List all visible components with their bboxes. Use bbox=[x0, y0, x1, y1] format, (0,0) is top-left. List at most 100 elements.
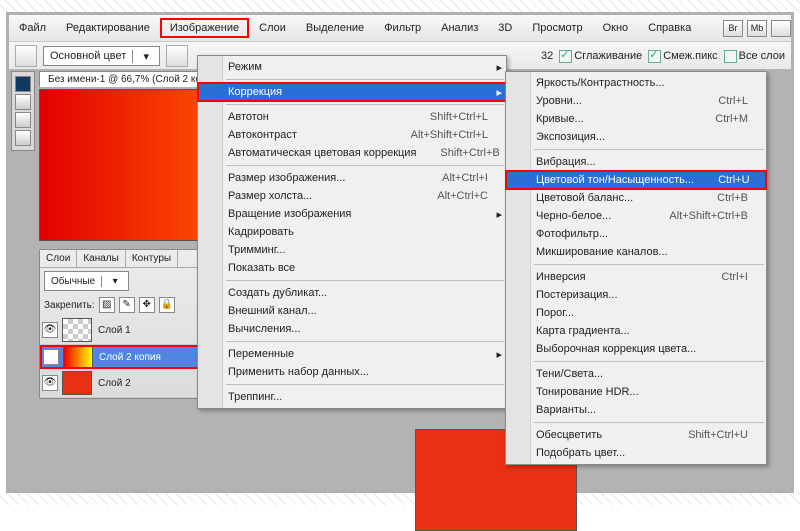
menu-item[interactable]: Цветовой баланс... Ctrl+B bbox=[506, 189, 766, 207]
menu-item-label: Переменные bbox=[228, 348, 294, 360]
adjustments-submenu: Яркость/Контрастность...Уровни...Ctrl+LК… bbox=[505, 71, 767, 465]
visibility-icon[interactable]: 👁 bbox=[42, 375, 58, 391]
lock-brush-icon[interactable]: ✎ bbox=[119, 297, 135, 313]
menu-item[interactable]: Кривые...Ctrl+M bbox=[506, 110, 766, 128]
menu-изображение[interactable]: Изображение bbox=[160, 18, 249, 38]
panel-tab-layers[interactable]: Слои bbox=[40, 250, 77, 267]
menu-редактирование[interactable]: Редактирование bbox=[56, 18, 160, 38]
menu-item[interactable]: Режим▸ bbox=[198, 58, 506, 76]
menu-item[interactable]: Применить набор данных... bbox=[198, 363, 506, 381]
tool-slot-icon[interactable] bbox=[15, 94, 31, 110]
antialias-checkbox[interactable]: Сглаживание bbox=[559, 50, 642, 63]
menu-item-label: Вибрация... bbox=[536, 156, 596, 168]
layer-row[interactable]: 👁Слой 2 bbox=[40, 369, 220, 398]
menu-item[interactable]: Варианты... bbox=[506, 401, 766, 419]
menu-item[interactable]: Выборочная коррекция цвета... bbox=[506, 340, 766, 358]
submenu-arrow-icon: ▸ bbox=[496, 208, 502, 221]
menu-item-label: Фотофильтр... bbox=[536, 228, 608, 240]
menu-item[interactable]: Тонирование HDR... bbox=[506, 383, 766, 401]
menu-item[interactable]: Подобрать цвет... bbox=[506, 444, 766, 462]
menu-item[interactable]: Уровни...Ctrl+L bbox=[506, 92, 766, 110]
menu-item[interactable]: ИнверсияCtrl+I bbox=[506, 268, 766, 286]
all-layers-checkbox[interactable]: Все слои bbox=[724, 50, 785, 63]
menu-item-label: Подобрать цвет... bbox=[536, 447, 625, 459]
submenu-arrow-icon: ▸ bbox=[496, 348, 502, 361]
tool-slot-icon[interactable] bbox=[15, 130, 31, 146]
tool-preset-icon[interactable] bbox=[15, 45, 37, 67]
menu-item[interactable]: АвтоконтрастAlt+Shift+Ctrl+L bbox=[198, 126, 506, 144]
menu-item[interactable]: Коррекция▸ bbox=[198, 83, 506, 101]
menu-item-label: Уровни... bbox=[536, 95, 582, 107]
menu-файл[interactable]: Файл bbox=[9, 18, 56, 38]
menu-item[interactable]: Карта градиента... bbox=[506, 322, 766, 340]
panel-tab-paths[interactable]: Контуры bbox=[126, 250, 178, 267]
menu-item[interactable]: Показать все bbox=[198, 259, 506, 277]
menu-item[interactable]: Внешний канал... bbox=[198, 302, 506, 320]
workspace-mb-button[interactable]: Mb bbox=[747, 20, 767, 37]
menu-item[interactable]: Переменные ▸ bbox=[198, 345, 506, 363]
menu-item[interactable]: Вращение изображения ▸ bbox=[198, 205, 506, 223]
workspace-br-button[interactable]: Br bbox=[723, 20, 743, 37]
menu-item-label: Кривые... bbox=[536, 113, 584, 125]
screen-mode-icon[interactable] bbox=[771, 20, 791, 37]
menu-item[interactable]: Создать дубликат... bbox=[198, 284, 506, 302]
foreground-color-select[interactable]: Основной цвет ▾ bbox=[43, 46, 160, 66]
menu-слои[interactable]: Слои bbox=[249, 18, 296, 38]
menu-item[interactable]: Яркость/Контрастность... bbox=[506, 74, 766, 92]
menu-item[interactable]: Размер изображения...Alt+Ctrl+I bbox=[198, 169, 506, 187]
tolerance-value: 32 bbox=[541, 50, 553, 62]
lock-transparency-icon[interactable]: ▨ bbox=[99, 297, 115, 313]
menu-item-shortcut: Ctrl+U bbox=[694, 174, 749, 186]
foreground-color-label: Основной цвет bbox=[44, 50, 132, 62]
swap-colors-icon[interactable] bbox=[166, 45, 188, 67]
menu-item[interactable]: Тени/Света... bbox=[506, 365, 766, 383]
menu-item[interactable]: Размер холста...Alt+Ctrl+C bbox=[198, 187, 506, 205]
menu-item[interactable]: Вычисления... bbox=[198, 320, 506, 338]
menu-item-label: Карта градиента... bbox=[536, 325, 630, 337]
lock-all-icon[interactable]: 🔒 bbox=[159, 297, 175, 313]
menu-item[interactable]: АвтотонShift+Ctrl+L bbox=[198, 108, 506, 126]
menu-item[interactable]: Фотофильтр... bbox=[506, 225, 766, 243]
visibility-icon[interactable]: 👁 bbox=[42, 322, 58, 338]
menu-item[interactable]: Вибрация... bbox=[506, 153, 766, 171]
menu-выделение[interactable]: Выделение bbox=[296, 18, 374, 38]
menu-item[interactable]: Кадрировать bbox=[198, 223, 506, 241]
menu-item-shortcut: Ctrl+B bbox=[693, 192, 748, 204]
menu-item-label: Размер изображения... bbox=[228, 172, 345, 184]
menu-3d[interactable]: 3D bbox=[488, 18, 522, 38]
menu-просмотр[interactable]: Просмотр bbox=[522, 18, 592, 38]
menu-фильтр[interactable]: Фильтр bbox=[374, 18, 431, 38]
menu-item[interactable]: Тримминг... bbox=[198, 241, 506, 259]
menu-item-shortcut: Alt+Shift+Ctrl+B bbox=[645, 210, 748, 222]
contiguous-checkbox[interactable]: Смеж.пикс bbox=[648, 50, 717, 63]
menu-item[interactable]: Черно-белое...Alt+Shift+Ctrl+B bbox=[506, 207, 766, 225]
menu-item-label: Цветовой баланс... bbox=[536, 192, 633, 204]
panel-tab-channels[interactable]: Каналы bbox=[77, 250, 126, 267]
menu-item[interactable]: ОбесцветитьShift+Ctrl+U bbox=[506, 426, 766, 444]
visibility-icon[interactable]: 👁 bbox=[43, 349, 59, 365]
menu-анализ[interactable]: Анализ bbox=[431, 18, 488, 38]
menu-окно[interactable]: Окно bbox=[593, 18, 639, 38]
menu-item-label: Размер холста... bbox=[228, 190, 312, 202]
menu-item[interactable]: Микширование каналов... bbox=[506, 243, 766, 261]
menu-item-label: Порог... bbox=[536, 307, 574, 319]
lock-label: Закрепить: bbox=[44, 300, 95, 311]
menu-item[interactable]: Автоматическая цветовая коррекцияShift+C… bbox=[198, 144, 506, 162]
menu-item[interactable]: Экспозиция... bbox=[506, 128, 766, 146]
menu-item[interactable]: Постеризация... bbox=[506, 286, 766, 304]
layer-row[interactable]: 👁Слой 2 копия bbox=[40, 345, 220, 369]
menu-item-label: Микширование каналов... bbox=[536, 246, 668, 258]
menu-item-label: Выборочная коррекция цвета... bbox=[536, 343, 696, 355]
menu-item[interactable]: Цветовой тон/Насыщенность...Ctrl+U bbox=[506, 171, 766, 189]
menu-item[interactable]: Треппинг... bbox=[198, 388, 506, 406]
layer-row[interactable]: 👁Слой 1 bbox=[40, 316, 220, 345]
menu-item[interactable]: Порог... bbox=[506, 304, 766, 322]
blend-mode-select[interactable]: Обычные▾ bbox=[44, 271, 129, 291]
tool-slot-icon[interactable] bbox=[15, 112, 31, 128]
menu-справка[interactable]: Справка bbox=[638, 18, 701, 38]
menu-item-label: Вращение изображения bbox=[228, 208, 351, 220]
lock-move-icon[interactable]: ✥ bbox=[139, 297, 155, 313]
menu-item-label: Тени/Света... bbox=[536, 368, 603, 380]
menu-item-label: Обесцветить bbox=[536, 429, 602, 441]
menu-item-label: Экспозиция... bbox=[536, 131, 605, 143]
